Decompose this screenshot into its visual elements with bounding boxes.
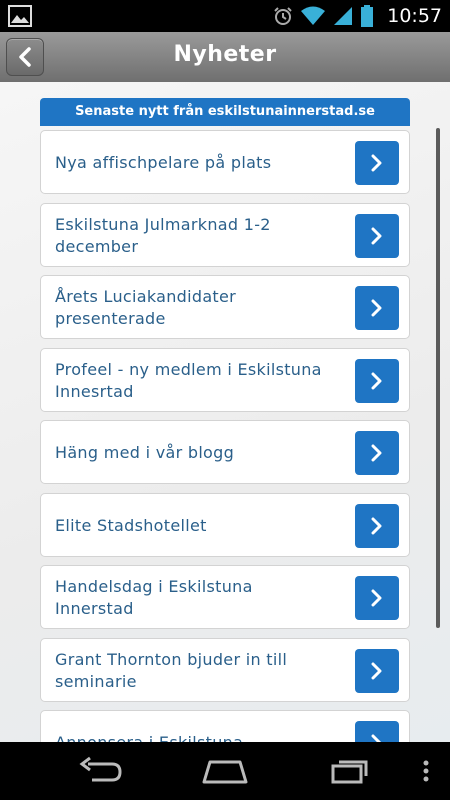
news-item-label: Eskilstuna Julmarknad 1-2 december bbox=[55, 214, 271, 256]
alarm-icon bbox=[274, 7, 292, 25]
chevron-right-icon bbox=[371, 299, 382, 317]
app-header: Nyheter bbox=[0, 32, 450, 83]
news-item-label: Profeel - ny medlem i Eskilstuna Innesrt… bbox=[55, 359, 322, 401]
home-nav-icon[interactable] bbox=[200, 756, 250, 786]
news-content[interactable]: Senaste nytt från eskilstunainnerstad.se… bbox=[0, 82, 450, 742]
chevron-right-icon bbox=[371, 227, 382, 244]
chevron-right-icon bbox=[371, 372, 382, 389]
news-item[interactable]: Elite Stadshotellet bbox=[40, 492, 410, 557]
chevron-right-icon bbox=[371, 734, 382, 742]
news-list: Nya affischpelare på plats Eskilstuna Ju… bbox=[40, 130, 410, 742]
open-item-button[interactable] bbox=[355, 721, 399, 742]
news-item[interactable]: Häng med i vår blogg bbox=[40, 420, 410, 484]
scrollbar[interactable] bbox=[436, 128, 440, 628]
page-title: Nyheter bbox=[173, 42, 277, 67]
news-item-label: Årets Luciakandidater presenterade bbox=[55, 287, 237, 328]
back-nav-icon[interactable] bbox=[76, 756, 124, 786]
chevron-right-icon bbox=[371, 517, 382, 534]
news-item-label: Grant Thornton bjuder in till seminarie bbox=[55, 649, 288, 691]
status-bar: 10:57 bbox=[0, 0, 450, 32]
open-item-button[interactable] bbox=[355, 648, 399, 693]
news-item[interactable]: Nya affischpelare på plats bbox=[40, 130, 410, 194]
section-label: Senaste nytt från eskilstunainnerstad.se bbox=[40, 98, 410, 126]
news-item[interactable]: Årets Luciakandidater presenterade bbox=[40, 275, 410, 339]
news-item-label: Handelsdag i Eskilstuna Innerstad bbox=[55, 577, 253, 618]
open-item-button[interactable] bbox=[355, 431, 399, 475]
news-item[interactable]: Grant Thornton bjuder in till seminarie bbox=[40, 637, 410, 702]
news-item-label: Annonsera i Eskilstuna bbox=[55, 711, 335, 742]
chevron-right-icon bbox=[371, 662, 382, 679]
news-item[interactable]: Eskilstuna Julmarknad 1-2 december bbox=[40, 202, 410, 267]
clock: 10:57 bbox=[387, 5, 442, 27]
open-item-button[interactable] bbox=[355, 286, 399, 330]
battery-icon bbox=[361, 5, 374, 27]
news-item[interactable]: Annonsera i Eskilstuna bbox=[40, 710, 410, 742]
menu-overflow-icon[interactable] bbox=[422, 760, 430, 782]
wifi-icon bbox=[301, 6, 326, 25]
open-item-button[interactable] bbox=[355, 576, 399, 620]
news-item-label: Elite Stadshotellet bbox=[55, 515, 207, 535]
gallery-notification-icon bbox=[8, 5, 32, 27]
open-item-button[interactable] bbox=[355, 358, 399, 403]
open-item-button[interactable] bbox=[355, 141, 399, 185]
open-item-button[interactable] bbox=[355, 213, 399, 258]
chevron-right-icon bbox=[371, 154, 382, 172]
chevron-right-icon bbox=[371, 444, 382, 462]
recent-apps-icon[interactable] bbox=[330, 756, 370, 786]
news-item-label: Nya affischpelare på plats bbox=[55, 153, 272, 172]
news-item[interactable]: Profeel - ny medlem i Eskilstuna Innesrt… bbox=[40, 347, 410, 412]
open-item-button[interactable] bbox=[355, 503, 399, 548]
news-item[interactable]: Handelsdag i Eskilstuna Innerstad bbox=[40, 565, 410, 629]
news-item-label: Häng med i vår blogg bbox=[55, 443, 235, 462]
chevron-right-icon bbox=[371, 589, 382, 607]
signal-icon bbox=[334, 7, 353, 25]
system-nav-bar bbox=[0, 742, 450, 800]
